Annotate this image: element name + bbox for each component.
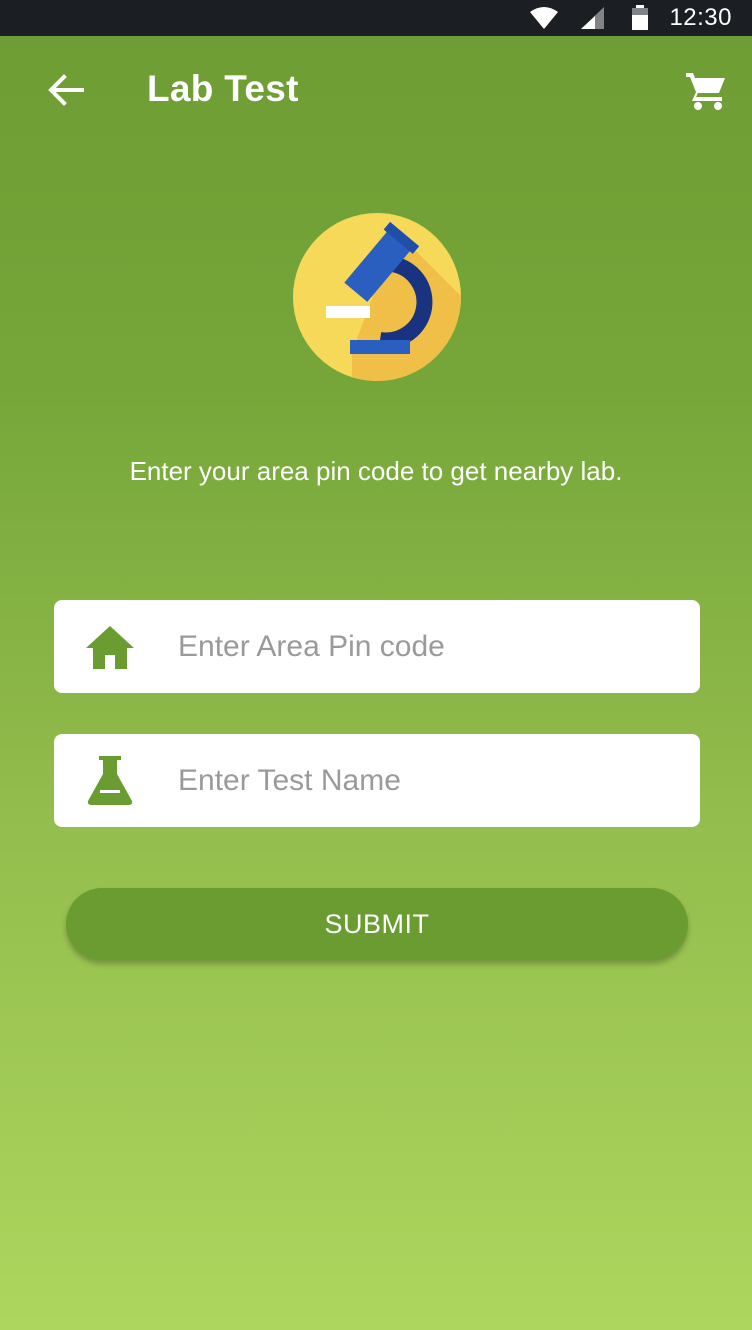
microscope-icon — [292, 212, 462, 382]
test-name-field[interactable] — [54, 734, 700, 827]
submit-button[interactable]: SUBMIT — [66, 888, 688, 960]
home-icon — [84, 622, 136, 672]
back-button[interactable] — [36, 66, 96, 118]
cart-icon — [684, 69, 728, 116]
cart-button[interactable] — [676, 64, 736, 120]
app-bar: Lab Test — [0, 36, 752, 148]
pin-code-input[interactable] — [178, 600, 678, 693]
clock: 12:30 — [669, 4, 732, 31]
battery-icon — [631, 5, 649, 31]
signal-icon — [579, 6, 605, 30]
test-name-input[interactable] — [178, 734, 678, 827]
page-title: Lab Test — [147, 68, 299, 109]
status-bar: 12:30 — [0, 0, 752, 36]
flask-icon — [84, 756, 136, 806]
pin-code-field[interactable] — [54, 600, 700, 693]
instruction-text: Enter your area pin code to get nearby l… — [129, 456, 623, 486]
arrow-left-icon — [48, 73, 84, 111]
wifi-icon — [529, 6, 559, 30]
status-icons: 12:30 — [529, 0, 732, 36]
hero-illustration — [292, 212, 462, 382]
